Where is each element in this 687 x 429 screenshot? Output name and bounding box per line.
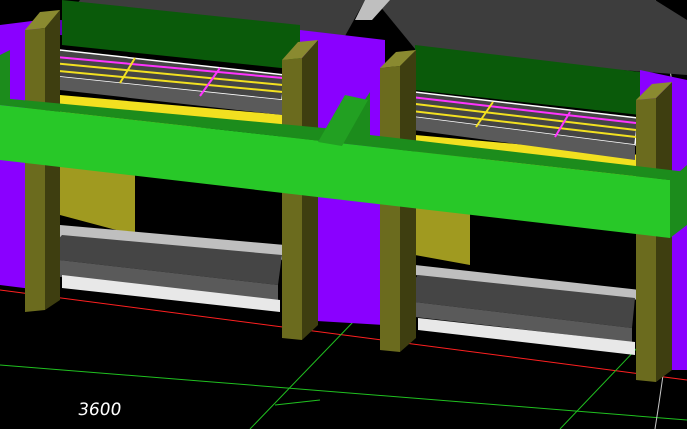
dimension-label: 3600	[76, 400, 123, 420]
3d-viewport[interactable]: 3600	[0, 0, 687, 429]
scene-canvas[interactable]	[0, 0, 687, 429]
